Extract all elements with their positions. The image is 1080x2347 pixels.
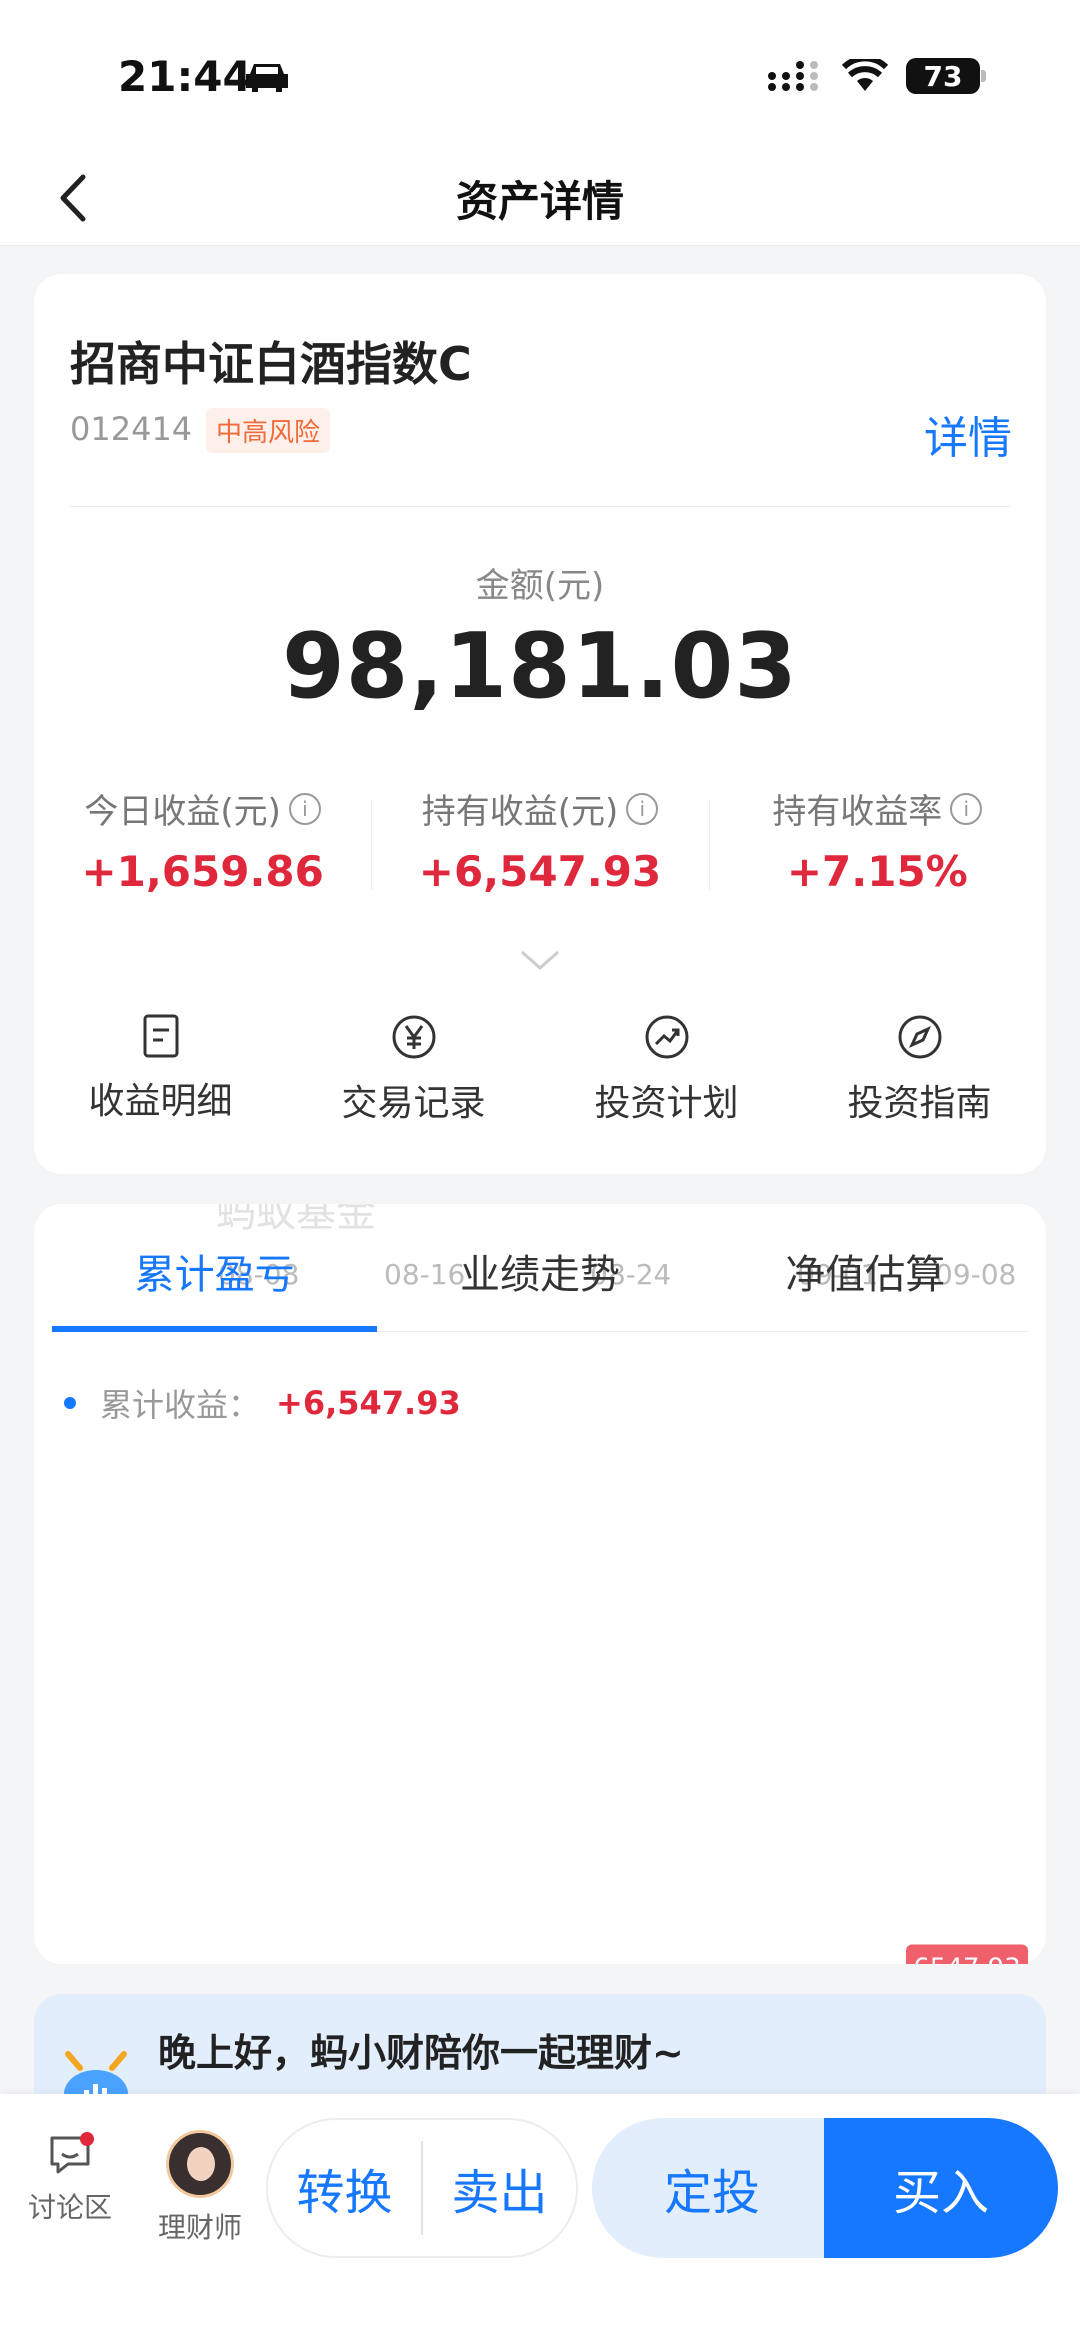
tooltip-value: 6547.93 [913,1953,1021,1964]
wifi-icon [842,59,888,91]
tab-performance-trend[interactable]: 业绩走势 [377,1204,702,1331]
action-label: 交易记录 [341,1083,486,1124]
sell-button[interactable]: 卖出 [423,2153,576,2223]
fund-summary-card: 招商中证白酒指数C 012414 中高风险 详情 金额(元) 98,181.03… [34,274,1046,1174]
trend-icon [645,1015,688,1059]
action-label: 收益明细 [88,1081,233,1122]
buy-button[interactable]: 买入 [824,2118,1058,2258]
info-icon[interactable]: i [626,792,659,825]
action-earnings-detail[interactable]: 收益明细 [34,1014,287,1126]
chart-tabs: 累计盈亏 业绩走势 净值估算 [52,1204,1028,1332]
stat-value: +6,547.93 [418,847,662,896]
compass-icon [898,1015,941,1059]
stat-label: 今日收益(元) [84,792,281,832]
amount-value: 98,181.03 [282,614,798,719]
legend-label: 累计收益： [100,1386,261,1424]
advisor-avatar [166,2130,234,2198]
legend-value: +6,547.93 [276,1384,461,1422]
fund-code: 012414 [70,410,193,448]
yuan-icon [392,1015,435,1059]
quick-actions: 收益明细 交易记录 投资计划 投资指南 [34,1014,1046,1126]
action-label: 投资指南 [847,1083,992,1124]
status-bar: 21:44 73 [0,0,1080,150]
notification-dot [80,2132,94,2146]
tab-nav-estimate[interactable]: 净值估算 [703,1204,1028,1331]
stat-holding-rate: 持有收益率 i +7.15% [708,784,1046,896]
car-icon [246,64,288,92]
stat-holding-earnings: 持有收益(元) i +6,547.93 [371,784,708,896]
amount-label: 金额(元) [475,566,605,606]
action-trade-records[interactable]: 交易记录 [287,1014,540,1126]
bottom-action-bar: 讨论区 理财师 转换 卖出 定投 买入 [0,2094,1080,2347]
tab-cumulative-pnl[interactable]: 累计盈亏 [52,1204,378,1332]
status-time: 21:44 [118,52,252,101]
forum-label: 讨论区 [27,2191,112,2224]
stat-label: 持有收益率 [772,792,943,832]
auto-invest-button[interactable]: 定投 [592,2118,832,2258]
stat-value: +7.15% [786,847,968,896]
advisor-label: 理财师 [157,2211,242,2244]
status-icons: 73 [768,58,986,94]
cellular-signal-icon [768,61,818,91]
legend-dot [64,1397,76,1409]
convert-sell-group: 转换 卖出 [266,2118,578,2258]
advisor-button[interactable]: 理财师 [140,2130,260,2246]
risk-badge: 中高风险 [206,408,331,453]
action-investment-guide[interactable]: 投资指南 [793,1014,1046,1126]
info-icon[interactable]: i [950,792,983,825]
nav-bar: 资产详情 [0,150,1080,246]
action-label: 投资计划 [594,1083,739,1124]
fund-name: 招商中证白酒指数C [70,337,472,391]
document-icon [143,1014,178,1058]
action-investment-plan[interactable]: 投资计划 [540,1014,793,1126]
chart-legend: 累计收益： +6,547.93 [64,1380,461,1426]
greeting-text: 晚上好，蚂小财陪你一起理财~ [158,2031,684,2075]
chart-card: 7200.004800.002400.000.00-2400.00蚂蚁基金08-… [34,1204,1046,1964]
earnings-stats: 今日收益(元) i +1,659.86 持有收益(元) i +6,547.93 … [34,784,1046,896]
chevron-down-icon[interactable] [520,950,560,972]
page-title: 资产详情 [455,177,624,226]
stat-label: 持有收益(元) [421,792,619,832]
divider [70,506,1010,507]
convert-button[interactable]: 转换 [268,2153,421,2223]
stat-today-earnings: 今日收益(元) i +1,659.86 [34,784,371,896]
info-icon[interactable]: i [288,792,321,825]
fund-detail-link[interactable]: 详情 [924,402,1012,466]
stat-value: +1,659.86 [81,847,324,896]
battery-icon: 73 [906,58,986,94]
forum-button[interactable]: 讨论区 [10,2130,130,2226]
